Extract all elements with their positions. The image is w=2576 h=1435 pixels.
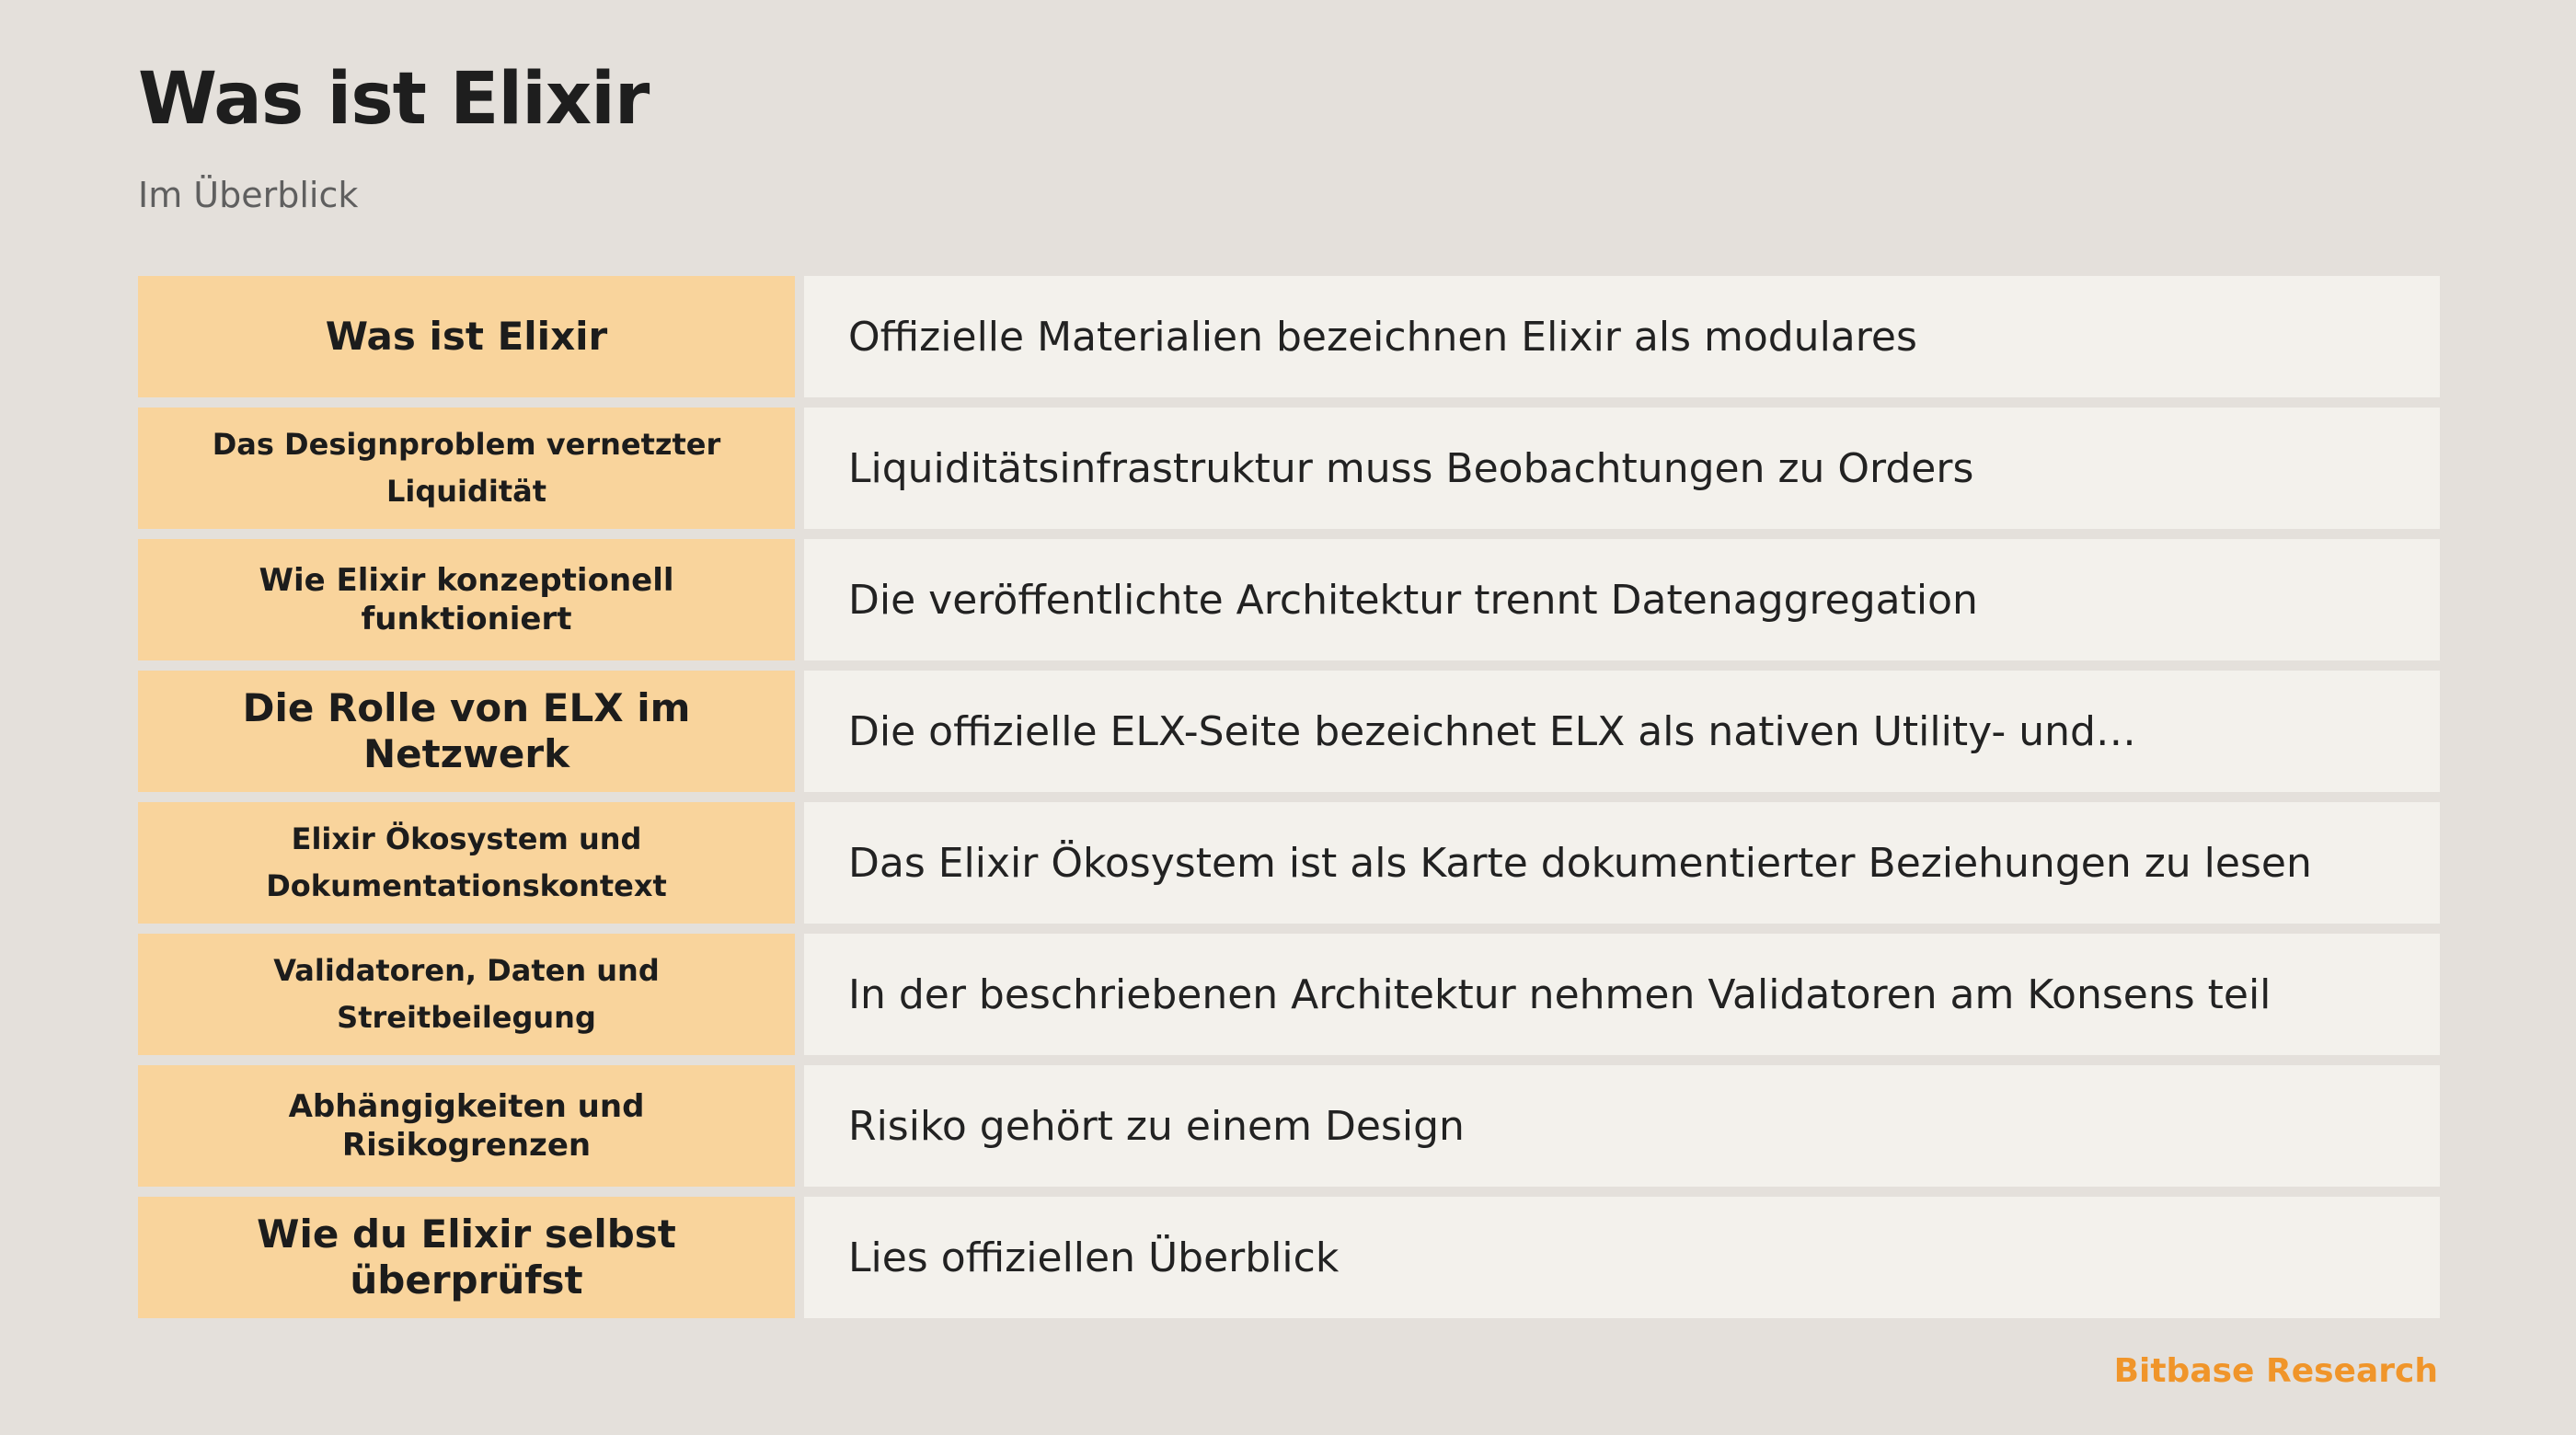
page-title: Was ist Elixir <box>138 58 650 141</box>
row-label: Validatoren, Daten und Streitbeilegung <box>138 934 795 1055</box>
row-label: Die Rolle von ELX im Netzwerk <box>138 671 795 792</box>
table-row: Validatoren, Daten und Streitbeilegung I… <box>138 934 2440 1055</box>
table-row: Wie du Elixir selbst überprüfst Lies off… <box>138 1197 2440 1318</box>
row-text: Risiko gehört zu einem Design <box>804 1065 2440 1187</box>
table-row: Was ist Elixir Offizielle Materialien be… <box>138 276 2440 397</box>
row-text: In der beschriebenen Architektur nehmen … <box>804 934 2440 1055</box>
row-label: Abhängigkeiten und Risikogrenzen <box>138 1065 795 1187</box>
row-text: Lies offiziellen Überblick <box>804 1197 2440 1318</box>
slide: Was ist Elixir Im Überblick Was ist Elix… <box>0 0 2576 1435</box>
row-label: Was ist Elixir <box>138 276 795 397</box>
row-text: Die veröffentlichte Architektur trennt D… <box>804 539 2440 660</box>
page-subtitle: Im Überblick <box>138 175 359 215</box>
overview-table: Was ist Elixir Offizielle Materialien be… <box>138 276 2440 1318</box>
row-text: Das Elixir Ökosystem ist als Karte dokum… <box>804 802 2440 924</box>
row-label: Das Designproblem vernetzter Liquidität <box>138 408 795 529</box>
row-text: Liquiditätsinfrastruktur muss Beobachtun… <box>804 408 2440 529</box>
row-text: Offizielle Materialien bezeichnen Elixir… <box>804 276 2440 397</box>
row-label: Wie du Elixir selbst überprüfst <box>138 1197 795 1318</box>
row-label: Elixir Ökosystem und Dokumentationskonte… <box>138 802 795 924</box>
table-row: Das Designproblem vernetzter Liquidität … <box>138 408 2440 529</box>
table-row: Elixir Ökosystem und Dokumentationskonte… <box>138 802 2440 924</box>
row-text: Die offizielle ELX-Seite bezeichnet ELX … <box>804 671 2440 792</box>
table-row: Wie Elixir konzeptionell funktioniert Di… <box>138 539 2440 660</box>
brand-footer: Bitbase Research <box>2113 1352 2438 1390</box>
table-row: Abhängigkeiten und Risikogrenzen Risiko … <box>138 1065 2440 1187</box>
table-row: Die Rolle von ELX im Netzwerk Die offizi… <box>138 671 2440 792</box>
row-label: Wie Elixir konzeptionell funktioniert <box>138 539 795 660</box>
